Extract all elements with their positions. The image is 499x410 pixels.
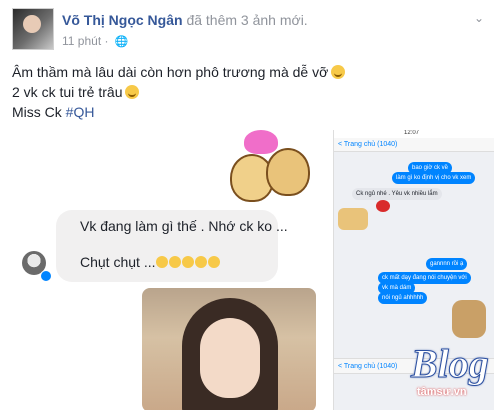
dog-sticker [222, 144, 314, 204]
chat-bubble: gannnn rồi ạ [426, 258, 468, 270]
watermark-text: Blog [411, 341, 490, 387]
smile-emoji-icon [331, 65, 346, 79]
post-caption: Âm thầm mà lâu dài còn hơn phô trương mà… [12, 62, 482, 122]
heart-sticker-icon [376, 200, 390, 212]
caption-line-1-text: Âm thầm mà lâu dài còn hơn phô trương mà… [12, 64, 329, 80]
dog-sticker-right [266, 148, 310, 196]
avatar[interactable] [12, 8, 54, 50]
chat-sticker [338, 208, 368, 230]
author-name-link[interactable]: Võ Thị Ngọc Ngân [62, 12, 183, 28]
caption-line-1: Âm thầm mà lâu dài còn hơn phô trương mà… [12, 62, 482, 82]
chat-header: < Trang chủ (1040) [334, 138, 494, 152]
emoji-icon [156, 256, 169, 268]
post-header: Võ Thị Ngọc Ngân đã thêm 3 ảnh mới. 11 p… [0, 0, 499, 54]
selfie-image [142, 288, 316, 410]
caption-line-2: 2 vk ck tui trẻ trâu [12, 82, 482, 102]
caption-line-3: Miss Ck #QH [12, 102, 482, 122]
post-action-text: đã thêm 3 ảnh mới. [186, 12, 308, 28]
emoji-icon [208, 256, 221, 268]
emoji-icon [182, 256, 195, 268]
post-time-link[interactable]: 11 phút [62, 34, 101, 48]
message-text-2-label: Chụt chụt ... [80, 254, 156, 270]
emoji-icon [195, 256, 208, 268]
tongue-emoji-icon [125, 85, 140, 99]
chat-bubble: nói ngủ ahhhhh [378, 292, 428, 304]
globe-icon: 🌐 [114, 36, 129, 48]
phone-status-bar: 12:07 [334, 130, 494, 138]
author-line: Võ Thị Ngọc Ngân đã thêm 3 ảnh mới. [62, 12, 308, 28]
post-meta: 11 phút · 🌐 [62, 34, 129, 48]
messenger-badge-icon [40, 270, 52, 282]
phone-time: 12:07 [404, 130, 420, 136]
hashtag-link[interactable]: #QH [66, 104, 95, 120]
meta-separator: · [104, 34, 109, 48]
caption-line-2-text: 2 vk ck tui trẻ trâu [12, 84, 123, 100]
chat-bubble: Ck ngủ nhé . Yêu vk nhiều lắm [352, 188, 442, 200]
chat-bubble: làm gì ko định vị cho vk xem [392, 172, 476, 184]
selfie-face [200, 318, 260, 398]
chevron-down-icon[interactable]: ⌄ [473, 12, 485, 24]
caption-line-3-text: Miss Ck [12, 104, 66, 120]
watermark-site: tâmsư.vn [417, 386, 467, 398]
message-text-2: Chụt chụt ... [80, 254, 221, 270]
monkey-sticker [452, 300, 486, 338]
message-text-1: Vk đang làm gì thế . Nhớ ck ko ... [80, 218, 288, 234]
emoji-icon [169, 256, 182, 268]
post-photo-main[interactable]: Vk đang làm gì thế . Nhớ ck ko ... Chụt … [12, 130, 330, 410]
watermark-logo: Blog tâmsư.vn [411, 340, 490, 406]
